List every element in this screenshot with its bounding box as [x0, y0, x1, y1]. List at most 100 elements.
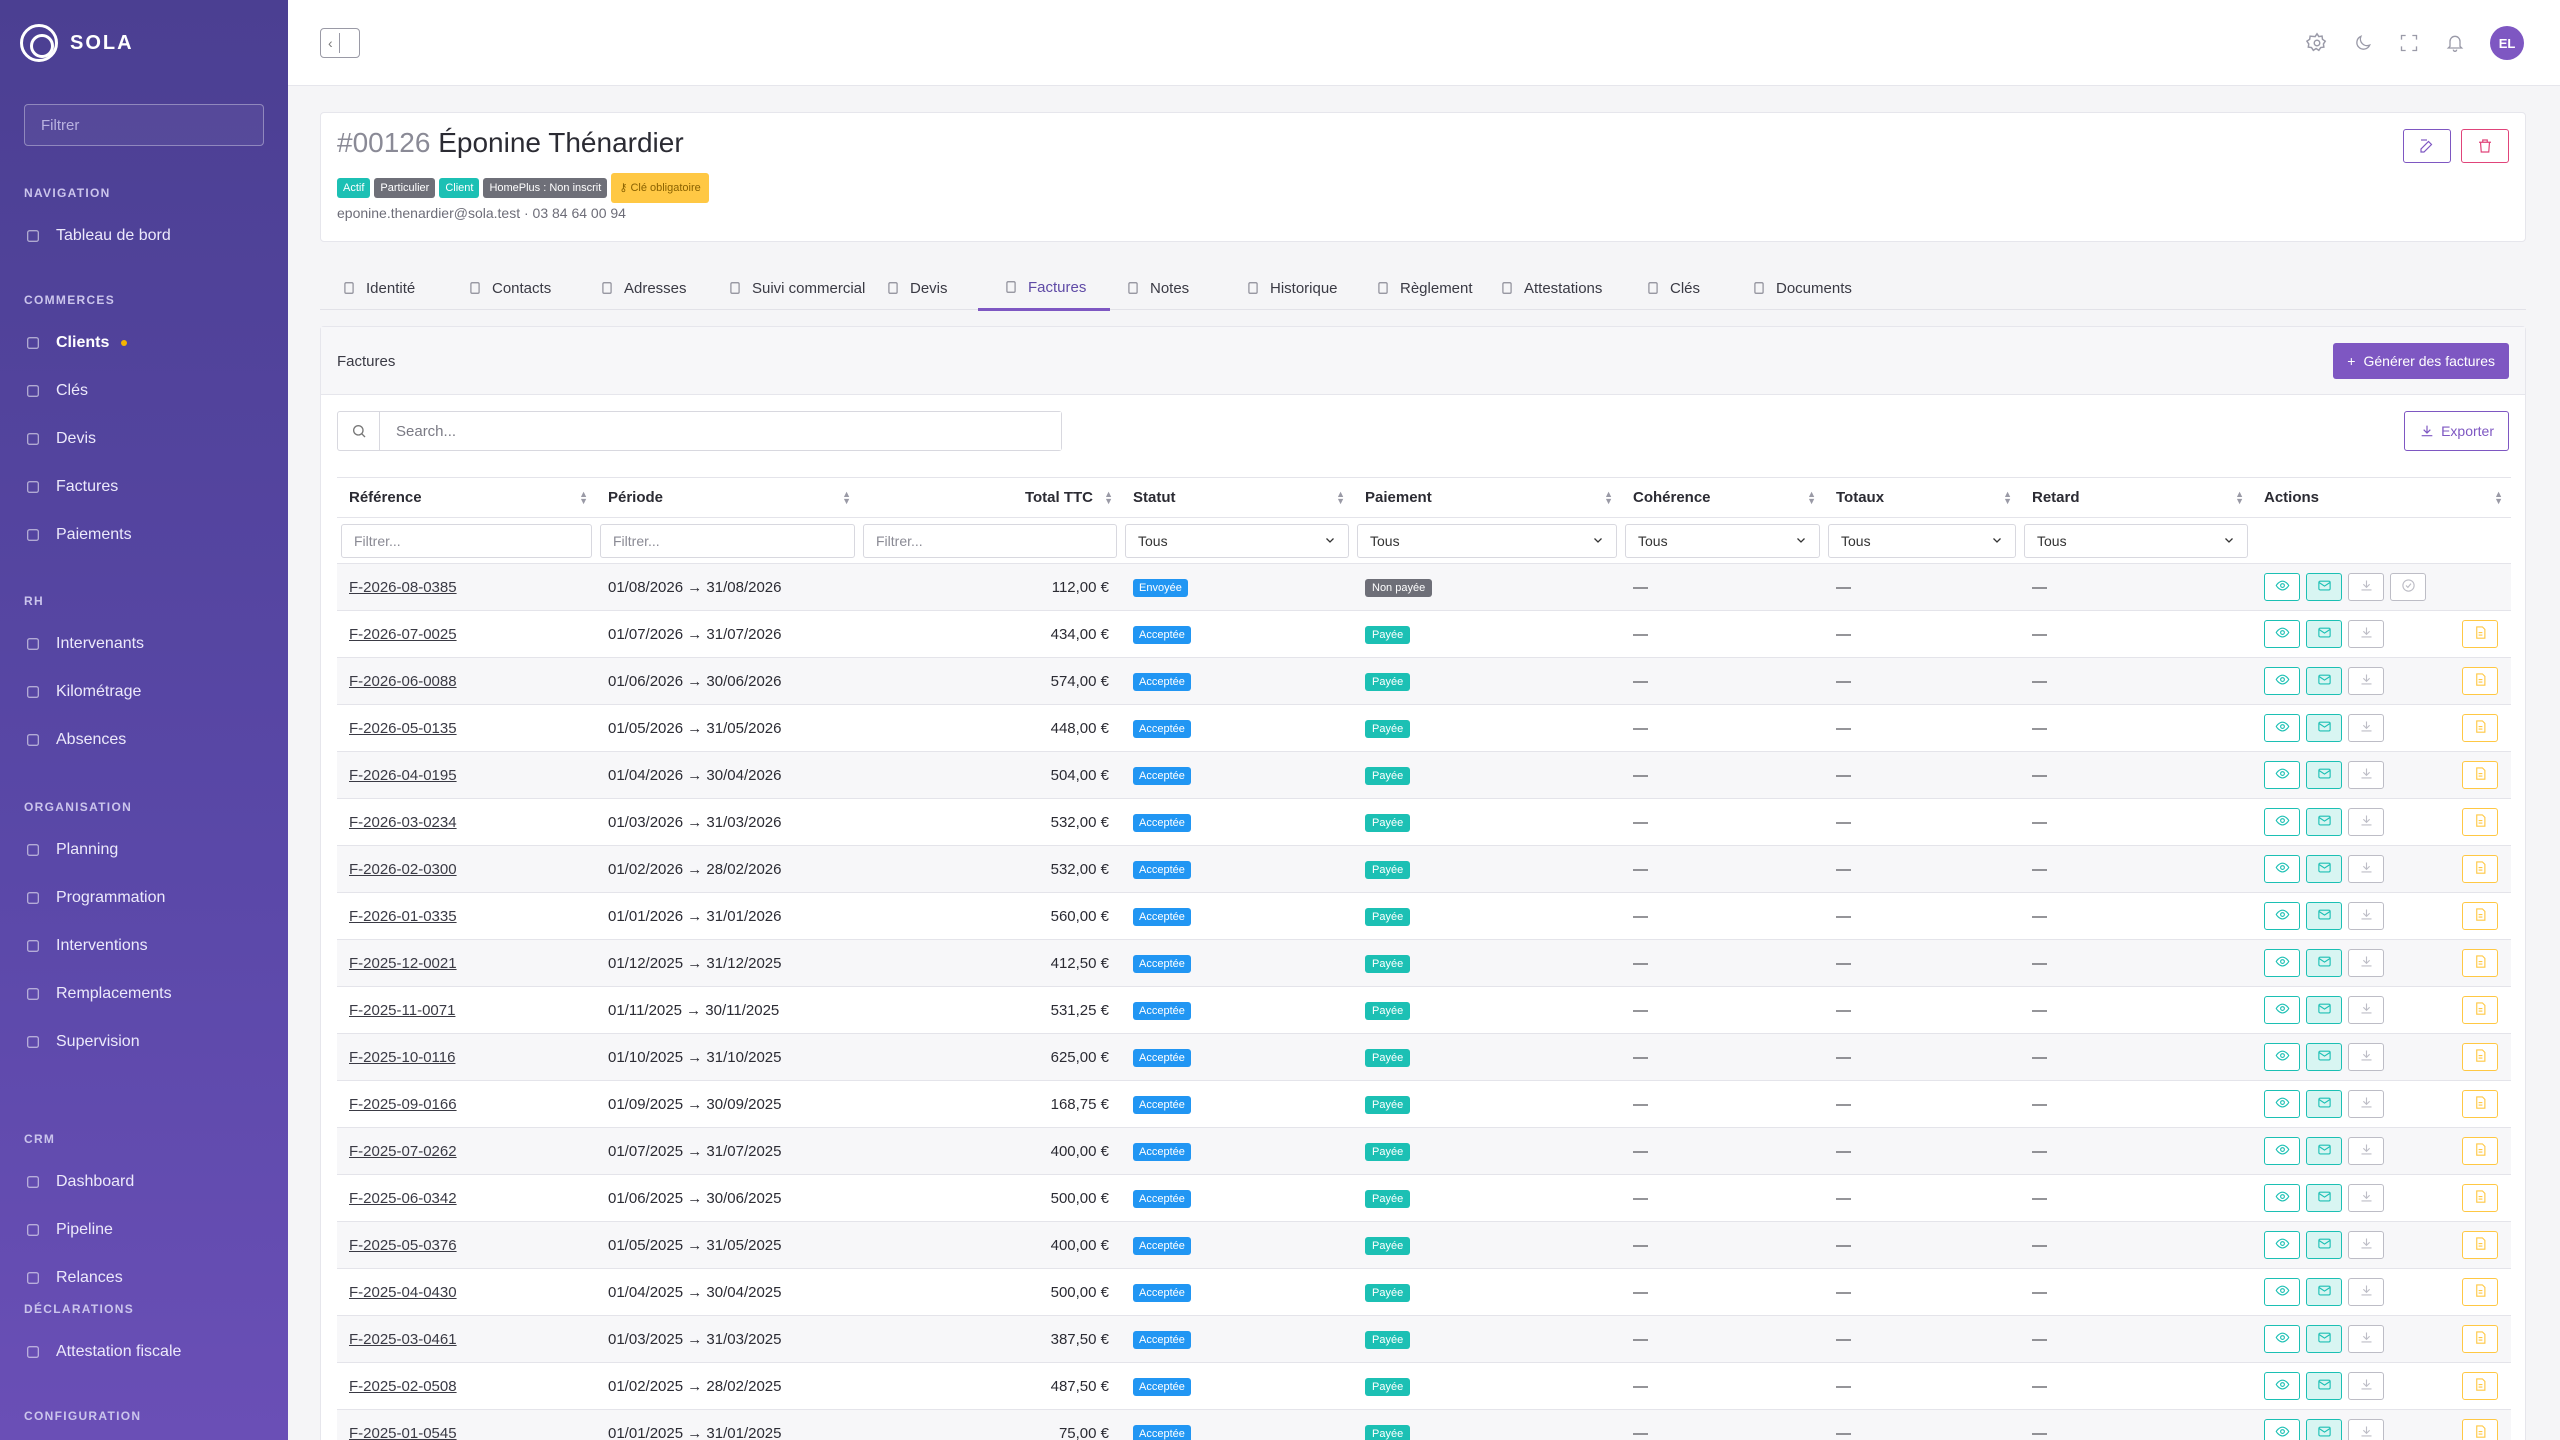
download-invoice-button[interactable] [2348, 1419, 2384, 1440]
column-header[interactable]: Référence ▲ ▼ [337, 477, 596, 518]
sort-icon[interactable]: ▲ ▼ [1807, 490, 1816, 506]
column-header[interactable]: Paiement ▲ ▼ [1353, 477, 1621, 518]
view-invoice-button[interactable] [2264, 996, 2300, 1024]
sidebar-filter-input[interactable] [24, 104, 264, 146]
view-invoice-button[interactable] [2264, 620, 2300, 648]
view-invoice-button[interactable] [2264, 1043, 2300, 1071]
invoice-reference-link[interactable]: F-2025-10-0116 [349, 1049, 455, 1066]
column-header[interactable]: Totaux ▲ ▼ [1824, 477, 2020, 518]
edit-client-button[interactable] [2403, 129, 2451, 163]
credit-note-button[interactable] [2462, 1090, 2498, 1118]
email-invoice-button[interactable] [2306, 1090, 2342, 1118]
download-invoice-button[interactable] [2348, 1372, 2384, 1400]
column-filter-select[interactable]: Tous [1125, 523, 1349, 558]
sidebar-item-dashboard[interactable]: Dashboard [24, 1170, 134, 1194]
invoice-reference-link[interactable]: F-2026-08-0385 [349, 579, 457, 596]
credit-note-button[interactable] [2462, 1043, 2498, 1071]
view-invoice-button[interactable] [2264, 1419, 2300, 1440]
credit-note-button[interactable] [2462, 1231, 2498, 1259]
credit-note-button[interactable] [2462, 1278, 2498, 1306]
invoice-reference-link[interactable]: F-2026-06-0088 [349, 673, 457, 690]
download-invoice-button[interactable] [2348, 761, 2384, 789]
credit-note-button[interactable] [2462, 855, 2498, 883]
column-header[interactable]: Cohérence ▲ ▼ [1621, 477, 1824, 518]
sidebar-item-devis[interactable]: Devis [24, 427, 96, 451]
sidebar-item-clients[interactable]: Clients [24, 331, 128, 355]
invoice-reference-link[interactable]: F-2025-03-0461 [349, 1331, 457, 1348]
view-invoice-button[interactable] [2264, 1090, 2300, 1118]
invoice-reference-link[interactable]: F-2025-04-0430 [349, 1284, 457, 1301]
sidebar-item-tableau-de-bord[interactable]: Tableau de bord [24, 224, 171, 248]
credit-note-button[interactable] [2462, 808, 2498, 836]
sidebar-item-intervenants[interactable]: Intervenants [24, 632, 144, 656]
invoice-reference-link[interactable]: F-2025-01-0545 [349, 1425, 457, 1440]
tab-documents[interactable]: Documents [1752, 266, 1852, 310]
export-button[interactable]: Exporter [2404, 411, 2509, 451]
tab-historique[interactable]: Historique [1246, 266, 1338, 310]
email-invoice-button[interactable] [2306, 996, 2342, 1024]
sort-icon[interactable]: ▲ ▼ [2494, 490, 2503, 506]
invoice-reference-link[interactable]: F-2025-02-0508 [349, 1378, 457, 1395]
search-input[interactable] [380, 412, 1061, 450]
invoice-reference-link[interactable]: F-2026-03-0234 [349, 814, 457, 831]
sidebar-item-planning[interactable]: Planning [24, 838, 118, 862]
email-invoice-button[interactable] [2306, 573, 2342, 601]
column-filter-select[interactable]: Tous [1357, 523, 1617, 558]
view-invoice-button[interactable] [2264, 902, 2300, 930]
view-invoice-button[interactable] [2264, 1372, 2300, 1400]
credit-note-button[interactable] [2462, 761, 2498, 789]
column-filter-select[interactable]: Tous [1828, 523, 2016, 558]
collapse-sidebar-button[interactable]: ‹ [320, 28, 360, 58]
sidebar-item-factures[interactable]: Factures [24, 475, 118, 499]
download-invoice-button[interactable] [2348, 714, 2384, 742]
invoice-reference-link[interactable]: F-2026-02-0300 [349, 861, 457, 878]
credit-note-button[interactable] [2462, 1184, 2498, 1212]
view-invoice-button[interactable] [2264, 808, 2300, 836]
settings-icon[interactable] [2306, 32, 2328, 54]
tab-notes[interactable]: Notes [1126, 266, 1189, 310]
tab-factures[interactable]: Factures [978, 266, 1111, 311]
invoice-reference-link[interactable]: F-2025-11-0071 [349, 1002, 455, 1019]
download-invoice-button[interactable] [2348, 1278, 2384, 1306]
email-invoice-button[interactable] [2306, 808, 2342, 836]
credit-note-button[interactable] [2462, 949, 2498, 977]
invoice-reference-link[interactable]: F-2025-12-0021 [349, 955, 457, 972]
view-invoice-button[interactable] [2264, 949, 2300, 977]
credit-note-button[interactable] [2462, 996, 2498, 1024]
view-invoice-button[interactable] [2264, 573, 2300, 601]
email-invoice-button[interactable] [2306, 1231, 2342, 1259]
sidebar-item-attestation-fiscale[interactable]: Attestation fiscale [24, 1340, 181, 1364]
email-invoice-button[interactable] [2306, 855, 2342, 883]
email-invoice-button[interactable] [2306, 620, 2342, 648]
tab-suivi-commercial[interactable]: Suivi commercial [728, 266, 865, 310]
download-invoice-button[interactable] [2348, 620, 2384, 648]
sidebar-item-absences[interactable]: Absences [24, 728, 126, 752]
invoice-reference-link[interactable]: F-2026-07-0025 [349, 626, 457, 643]
column-filter-input[interactable] [863, 523, 1117, 558]
sidebar-item-interventions[interactable]: Interventions [24, 934, 148, 958]
credit-note-button[interactable] [2462, 1325, 2498, 1353]
download-invoice-button[interactable] [2348, 902, 2384, 930]
sort-icon[interactable]: ▲ ▼ [1604, 490, 1613, 506]
credit-note-button[interactable] [2462, 1137, 2498, 1165]
email-invoice-button[interactable] [2306, 1419, 2342, 1440]
tab-clés[interactable]: Clés [1646, 266, 1700, 310]
tab-attestations[interactable]: Attestations [1500, 266, 1602, 310]
sort-icon[interactable]: ▲ ▼ [842, 490, 851, 506]
credit-note-button[interactable] [2462, 1419, 2498, 1440]
sort-icon[interactable]: ▲ ▼ [1104, 490, 1113, 506]
view-invoice-button[interactable] [2264, 714, 2300, 742]
sidebar-item-remplacements[interactable]: Remplacements [24, 982, 172, 1006]
download-invoice-button[interactable] [2348, 949, 2384, 977]
column-header[interactable]: Total TTC ▲ ▼ [859, 477, 1121, 518]
column-header[interactable]: Période ▲ ▼ [596, 477, 859, 518]
invoice-reference-link[interactable]: F-2025-05-0376 [349, 1237, 457, 1254]
email-invoice-button[interactable] [2306, 667, 2342, 695]
sort-icon[interactable]: ▲ ▼ [2003, 490, 2012, 506]
column-filter-input[interactable] [600, 523, 855, 558]
view-invoice-button[interactable] [2264, 761, 2300, 789]
sidebar-item-kilométrage[interactable]: Kilométrage [24, 680, 141, 704]
email-invoice-button[interactable] [2306, 1184, 2342, 1212]
credit-note-button[interactable] [2462, 620, 2498, 648]
credit-note-button[interactable] [2462, 667, 2498, 695]
